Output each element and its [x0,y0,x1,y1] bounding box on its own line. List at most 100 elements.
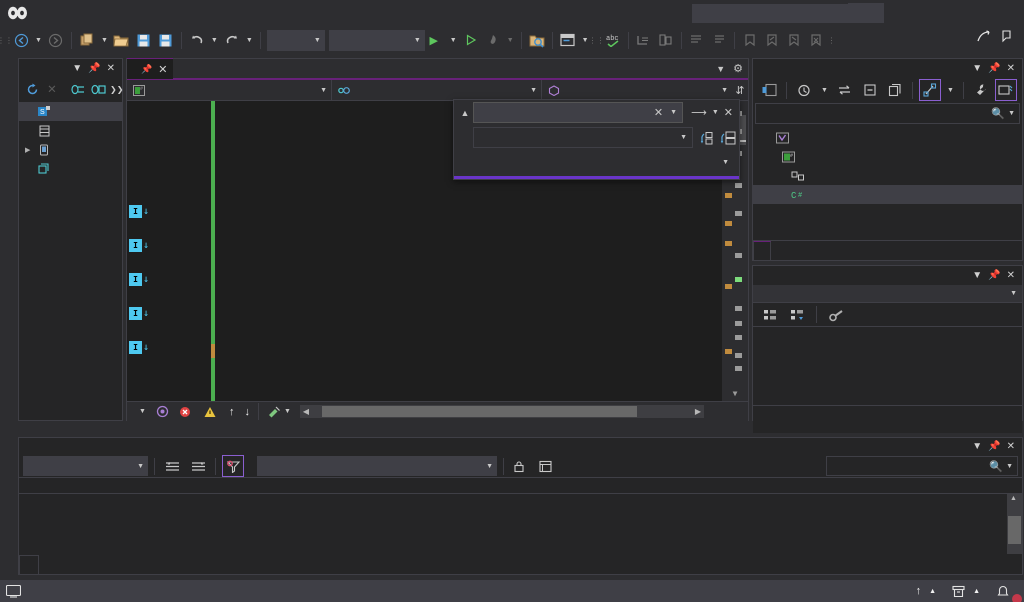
filter-dropdown-icon[interactable]: ▼ [818,87,831,94]
replace-input[interactable]: ▼ [473,127,693,148]
navigate-backward-dropdown-icon[interactable]: ▼ [32,37,45,44]
close-find-icon[interactable]: ✕ [721,106,736,119]
panel-menu-icon[interactable]: ▼ [972,270,982,281]
scroll-down-icon[interactable]: ▼ [727,387,743,400]
redo-dropdown-icon[interactable]: ▼ [243,37,256,44]
open-file-icon[interactable] [111,29,133,51]
menu-test[interactable] [160,0,178,26]
inheritance-marker[interactable]: I [129,239,142,252]
scroll-right-icon[interactable]: ▶ [695,407,701,416]
code-cleanup-icon[interactable]: ▼ [262,406,296,418]
window-layout-icon[interactable] [557,29,579,51]
select-repository-button[interactable]: ▲ [944,580,988,602]
inheritance-marker[interactable]: I [129,205,142,218]
groupby-select[interactable]: ▼ [257,456,497,476]
toolbar-grip[interactable]: ⋮⋮ [0,29,13,51]
save-all-icon[interactable] [155,29,177,51]
next-bookmark-icon[interactable] [783,29,805,51]
add-to-source-control-button[interactable]: ↑ ▲ [908,580,944,602]
scrollbar-thumb[interactable] [1008,516,1021,544]
properties-view-icon[interactable] [918,79,941,101]
new-project-dropdown-icon[interactable]: ▼ [98,37,111,44]
spell-check-icon[interactable]: abc [602,29,624,51]
split-view-icon[interactable]: ⇵ [732,84,748,97]
save-icon[interactable] [133,29,155,51]
start-debug-dropdown-icon[interactable]: ▼ [447,37,460,44]
editor-horizontal-scrollbar[interactable]: ◀ ▶ [299,405,704,418]
expand-all-icon[interactable] [187,455,209,477]
pin-icon[interactable]: 📌 [88,63,100,74]
navigate-backward-icon[interactable] [10,29,32,51]
properties-wrench-icon[interactable] [825,304,847,326]
chevron-down-icon[interactable]: ▼ [722,159,739,166]
sync-with-active-document-icon[interactable] [834,79,856,101]
live-share-button[interactable] [977,30,1014,43]
undo-dropdown-icon[interactable]: ▼ [208,37,221,44]
refresh-icon[interactable] [23,78,41,100]
chevron-right-icon[interactable]: ▶ [25,146,36,154]
list-view-button[interactable] [536,460,559,473]
hot-reload-dropdown-icon[interactable]: ▼ [504,37,517,44]
menu-help[interactable] [250,0,268,26]
close-icon[interactable]: ✕ [1007,441,1015,452]
feedback-icon[interactable] [1001,30,1014,43]
zoom-level-select[interactable]: ▼ [131,408,151,415]
keep-results-button[interactable] [510,460,532,473]
toggle-bookmark-icon[interactable] [739,29,761,51]
solution-tree-item-dependencies[interactable] [753,166,1022,185]
find-next-dropdown-icon[interactable]: ▼ [712,109,719,116]
build-platform-select[interactable]: ▼ [328,29,425,51]
chevron-down-icon[interactable]: ▼ [667,109,680,116]
tab-data-tools[interactable] [39,555,57,574]
tab-output[interactable] [93,555,111,574]
solution-tree-item-solution[interactable] [753,128,1022,147]
chevron-down-icon[interactable]: ▼ [677,134,690,141]
glyph-margin[interactable]: I ↓ I ↓ I ↓ I ↓ I ↓ [127,101,153,401]
gear-icon[interactable]: ⚙ [733,62,743,75]
alphabetical-view-icon[interactable] [786,304,808,326]
menu-edit[interactable] [52,0,70,26]
close-icon[interactable]: ✕ [1007,63,1015,74]
toolbar-grip[interactable]: ⋮⋮ [589,29,605,51]
results-search-input[interactable]: 🔍 ▼ [826,456,1018,476]
navigate-forward-icon[interactable] [45,29,67,51]
inheritance-marker[interactable]: I [129,307,142,320]
hot-reload-icon[interactable] [482,29,504,51]
inheritance-marker[interactable]: I [129,341,142,354]
scroll-left-icon[interactable]: ◀ [303,407,309,416]
server-tree-item-sharepoint[interactable]: S [19,102,122,121]
solution-tree-item-project[interactable]: # [753,147,1022,166]
tab-overflow-icon[interactable]: ▼ [716,64,725,74]
properties-wrench-icon[interactable] [970,79,992,101]
hscrollbar-thumb[interactable] [321,406,637,417]
close-icon[interactable]: ✕ [107,63,115,74]
tab-find-references[interactable] [19,555,39,574]
show-all-files-icon[interactable] [884,79,906,101]
menu-debug[interactable] [142,0,160,26]
menu-view[interactable] [70,0,88,26]
pin-icon[interactable]: 📌 [988,441,1000,452]
menu-extensions[interactable] [214,0,232,26]
clear-icon[interactable]: ✕ [650,106,667,119]
properties-grid[interactable] [753,327,1022,405]
chevron-down-icon[interactable]: ▼ [1006,463,1013,470]
switch-views-icon[interactable] [758,79,780,101]
nav-type-select[interactable]: ▼ [332,79,542,101]
clear-bookmarks-icon[interactable] [805,29,827,51]
view-dropdown-icon[interactable]: ▼ [944,87,957,94]
notifications-button[interactable] [988,580,1022,602]
toolbar-grip[interactable]: ⋮ [827,29,837,51]
close-icon[interactable]: ✕ [1007,270,1015,281]
previous-issue-button[interactable]: ↑ [224,406,240,418]
server-tree-item-data-connections[interactable] [19,159,122,178]
tab-error-list[interactable] [57,555,75,574]
expand-replace-icon[interactable]: ▲ [457,108,473,118]
collapse-all-icon[interactable] [859,79,881,101]
tab-solution-explorer[interactable] [753,241,771,260]
overflow-icon[interactable]: ❯❯ [110,85,123,94]
replace-all-icon[interactable] [720,131,736,145]
chevron-down-icon[interactable]: ▼ [1008,110,1015,117]
connect-server-icon[interactable] [89,78,107,100]
inheritance-marker[interactable]: I [129,273,142,286]
menu-window[interactable] [232,0,250,26]
